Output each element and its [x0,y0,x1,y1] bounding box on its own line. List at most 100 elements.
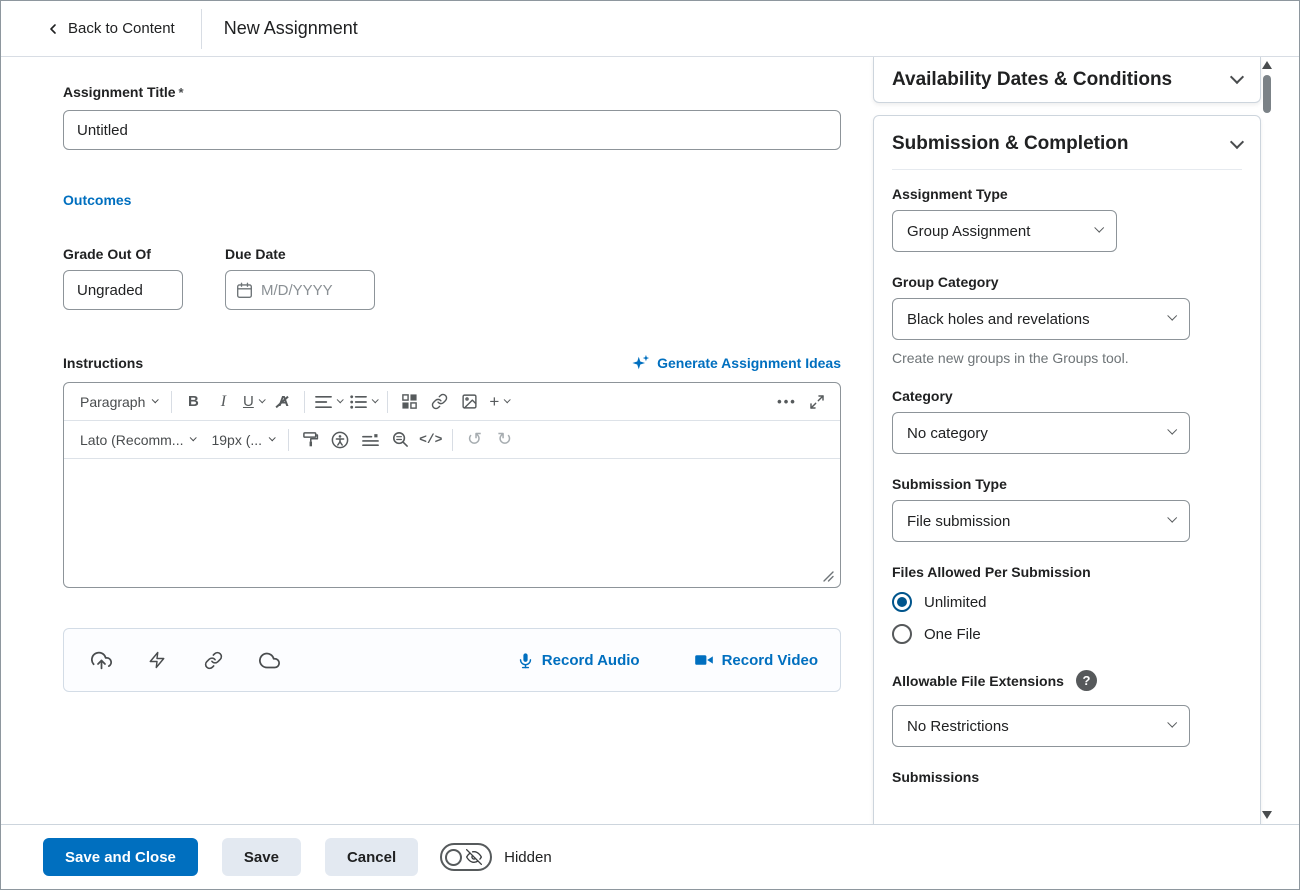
radio-unlimited[interactable]: Unlimited [892,592,1242,612]
chevron-down-icon [1094,223,1104,233]
font-size-dropdown[interactable]: 19px (... [203,426,282,454]
record-audio-button[interactable]: Record Audio [517,651,640,670]
category-select[interactable]: No category [892,412,1190,454]
record-audio-label: Record Audio [542,652,640,669]
redo-icon[interactable]: ↻ [489,426,519,454]
chevron-down-icon [372,396,379,403]
preview-icon[interactable] [385,426,415,454]
assignment-type-label: Assignment Type [892,186,1242,202]
insert-quicklink-icon[interactable] [424,388,454,416]
due-date-input[interactable] [261,282,364,299]
chevron-down-icon [1167,513,1177,523]
extensions-value: No Restrictions [907,718,1009,735]
assignment-type-value: Group Assignment [907,223,1030,240]
group-category-label: Group Category [892,274,1242,290]
main-area: Assignment Title* Outcomes Grade Out Of … [1,57,1299,824]
submission-panel-header[interactable]: Submission & Completion [892,116,1242,170]
group-category-select[interactable]: Black holes and revelations [892,298,1190,340]
group-category-value: Black holes and revelations [907,311,1090,328]
group-category-helper: Create new groups in the Groups tool. [892,350,1242,366]
save-and-close-button[interactable]: Save and Close [43,838,198,876]
chevron-down-icon [1167,718,1177,728]
format-painter-icon[interactable] [295,426,325,454]
extensions-select[interactable]: No Restrictions [892,705,1190,747]
insert-image-icon[interactable] [454,388,484,416]
radio-button-selected[interactable] [892,592,912,612]
new-assignment-page: Back to Content New Assignment Assignmen… [0,0,1300,890]
font-color-button[interactable]: A [268,388,298,416]
resize-handle[interactable] [822,570,834,582]
undo-icon[interactable]: ↺ [459,426,489,454]
font-family-dropdown[interactable]: Lato (Recomm... [72,426,203,454]
assignment-title-input[interactable] [63,110,841,150]
insert-stuff-icon[interactable] [394,388,424,416]
submission-type-select[interactable]: File submission [892,500,1190,542]
files-allowed-radio-group: Unlimited One File [892,592,1242,644]
toolbar-overflow-button[interactable]: ••• [772,388,802,416]
allowable-extensions-label: Allowable File Extensions [892,673,1064,689]
chevron-left-icon [45,21,61,37]
chevron-down-icon [1167,425,1177,435]
top-bar: Back to Content New Assignment [1,1,1299,57]
chevron-down-icon [269,434,276,441]
due-date-field[interactable] [225,270,375,310]
align-button[interactable] [311,388,346,416]
vertical-scrollbar[interactable] [1260,59,1275,821]
accessibility-checker-icon[interactable] [325,426,355,454]
source-code-button[interactable]: </> [415,426,446,454]
instructions-textarea[interactable] [64,459,840,587]
paragraph-style-dropdown[interactable]: Paragraph [72,388,165,416]
radio-one-file-label: One File [924,626,981,643]
submissions-label: Submissions [892,769,1242,785]
hidden-toggle[interactable] [440,843,492,871]
chevron-down-icon[interactable] [1230,134,1244,148]
cancel-button[interactable]: Cancel [325,838,418,876]
attach-link-icon[interactable] [198,646,228,674]
footer-bar: Save and Close Save Cancel Hidden [1,824,1299,889]
grade-out-of-input[interactable] [63,270,183,310]
submission-panel: Submission & Completion Assignment Type … [873,115,1261,824]
toolbar-separator [171,391,172,413]
insert-more-button[interactable]: + [484,388,514,416]
help-icon[interactable]: ? [1076,670,1097,691]
chevron-down-icon [152,396,159,403]
assignment-title-label-row: Assignment Title* [63,84,841,102]
record-video-button[interactable]: Record Video [694,652,818,669]
hidden-label: Hidden [504,849,552,866]
chevron-down-icon[interactable] [1230,70,1244,84]
bold-button[interactable]: B [178,388,208,416]
attachments-bar: Record Audio Record Video [63,628,841,692]
submission-type-value: File submission [907,513,1010,530]
italic-button[interactable]: I [208,388,238,416]
list-button[interactable] [346,388,381,416]
equation-icon[interactable] [355,426,385,454]
outcomes-link[interactable]: Outcomes [63,192,131,208]
instructions-label: Instructions [63,355,143,371]
assignment-title-label: Assignment Title [63,84,176,100]
upload-icon[interactable] [86,646,116,674]
assignment-type-select[interactable]: Group Assignment [892,210,1117,252]
availability-panel[interactable]: Availability Dates & Conditions [873,57,1261,103]
calendar-icon [236,282,253,299]
save-button[interactable]: Save [222,838,301,876]
radio-button-unselected[interactable] [892,624,912,644]
scroll-up-arrow[interactable] [1262,61,1272,69]
record-video-label: Record Video [722,652,818,669]
back-label: Back to Content [68,20,175,37]
underline-button[interactable]: U [238,388,268,416]
scrollbar-thumb[interactable] [1263,75,1271,113]
chevron-down-icon [504,396,511,403]
generate-assignment-ideas-link[interactable]: Generate Assignment Ideas [632,354,841,372]
activity-zap-icon[interactable] [142,646,172,674]
editor-toolbar-row-1: Paragraph B I U A [64,383,840,421]
category-label: Category [892,388,1242,404]
radio-one-file[interactable]: One File [892,624,1242,644]
scroll-down-arrow[interactable] [1262,811,1272,819]
cloud-icon[interactable] [254,646,284,674]
files-allowed-label: Files Allowed Per Submission [892,564,1242,580]
fullscreen-icon[interactable] [802,388,832,416]
back-to-content-button[interactable]: Back to Content [1,20,175,37]
instructions-editor: Paragraph B I U A [63,382,841,588]
generate-assignment-ideas-label: Generate Assignment Ideas [657,355,841,371]
chevron-down-icon [190,434,197,441]
